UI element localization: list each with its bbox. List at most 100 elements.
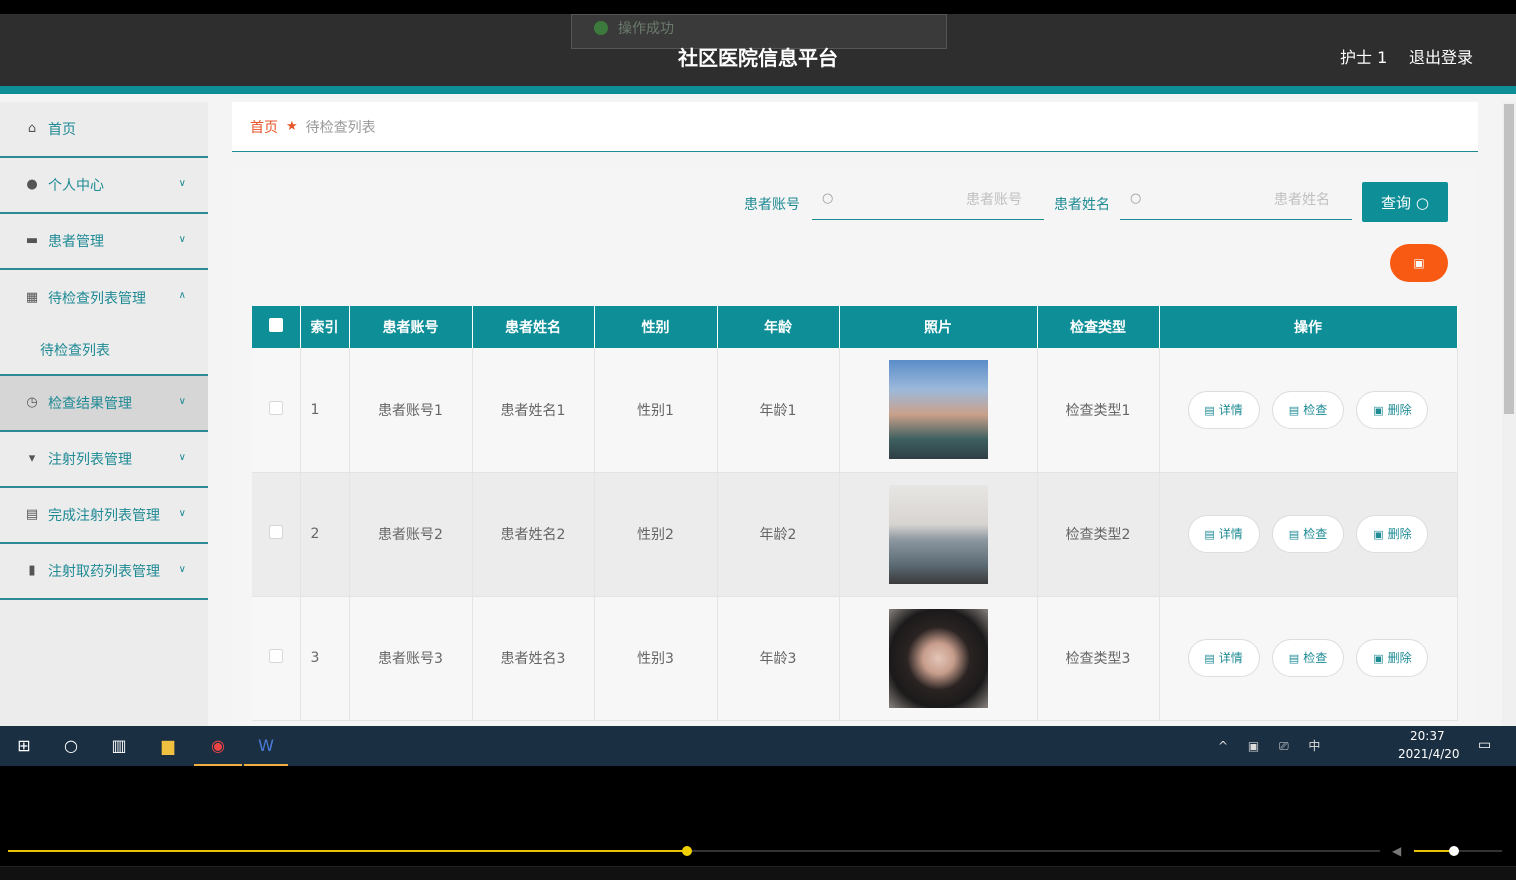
document-icon: ▤ (1204, 652, 1215, 665)
document-icon: ▤ (1288, 403, 1300, 417)
task-view-icon[interactable]: ▥ (106, 726, 132, 766)
breadcrumb-current: 待检查列表 (305, 119, 376, 136)
column-header: 年龄 (717, 306, 840, 348)
chevron-down-icon: ∨ (178, 234, 186, 245)
trash-icon: ▣ (1373, 652, 1384, 665)
account-input[interactable] (844, 188, 1022, 212)
sidebar-item-injections[interactable]: ▾ 注射列表管理 ∨ (0, 432, 208, 488)
query-label: 查询 (1381, 193, 1412, 212)
windows-taskbar: ⊞ ○ ▥ ▆ ◉ W ^ ▣ ⎚ 中 20:37 2021/4/20 ▭ (0, 726, 1516, 766)
logout-link[interactable]: 退出登录 (1409, 44, 1473, 68)
age-cell: 年龄3 (717, 596, 840, 721)
chevron-down-icon: ∨ (178, 452, 186, 463)
actions-cell: ▤ 详情 ▤ 检查 ▣ 删除 (1159, 596, 1458, 721)
sidebar-item-home[interactable]: ⌂ 首页 (0, 102, 208, 158)
word-icon[interactable]: W (244, 726, 288, 766)
notification-icon[interactable]: ▭ (1478, 737, 1491, 753)
sidebar-item-completed-injections[interactable]: ▤ 完成注射列表管理 ∨ (0, 488, 208, 544)
delete-button[interactable]: ▣ 删除 (1356, 390, 1429, 429)
seek-progress (8, 850, 688, 852)
actions-cell: ▤ 详情 ▤ 检查 ▣ 删除 (1159, 348, 1458, 473)
sidebar-item-medication[interactable]: ▮ 注射取药列表管理 ∨ (0, 544, 208, 600)
sidebar-item-check-results[interactable]: ◷ 检查结果管理 ∨ (0, 376, 208, 432)
name-input[interactable] (1152, 188, 1330, 212)
chrome-icon[interactable]: ◉ (194, 726, 242, 766)
system-tray[interactable]: ^ ▣ ⎚ 中 (1218, 737, 1328, 754)
age-cell: 年龄1 (717, 348, 840, 473)
document-icon: ▤ (1204, 403, 1215, 417)
row-checkbox[interactable] (268, 525, 283, 539)
volume-level (1414, 850, 1454, 852)
user-name: 护士 1 (1340, 48, 1388, 67)
name-label: 患者姓名 (1054, 197, 1110, 213)
select-all-checkbox[interactable] (268, 318, 283, 332)
name-search: ○ (1120, 180, 1352, 220)
table-header-row: 索引 患者账号 患者姓名 性别 年龄 照片 检查类型 操作 (252, 306, 1458, 348)
document-icon: ▤ (1288, 528, 1300, 541)
detail-button[interactable]: ▤ 详情 (1187, 390, 1260, 429)
detail-button[interactable]: ▤ 详情 (1187, 639, 1260, 677)
batch-delete-button[interactable]: ▣ (1390, 244, 1448, 282)
page-title: 社区医院信息平台 (678, 46, 838, 70)
detail-label: 详情 (1218, 527, 1243, 541)
seek-bar[interactable] (8, 846, 1380, 856)
scrollbar-thumb[interactable] (1504, 104, 1514, 414)
select-all-cell[interactable] (252, 306, 301, 348)
trash-icon: ▣ (1373, 528, 1384, 541)
table-row: 2 患者账号2 患者姓名2 性别2 年龄2 检查类型2 ▤ 详情 ▤ 检查 ▣ 删除 (252, 472, 1458, 597)
column-header: 操作 (1159, 306, 1458, 348)
sidebar-item-pending-check[interactable]: ▦ 待检查列表管理 ∧ (0, 270, 208, 326)
main-content: 首页 ★ 待检查列表 患者账号 ○ 患者姓名 ○ 查询 ○ ▣ (232, 102, 1478, 726)
delete-button[interactable]: ▣ 删除 (1356, 515, 1429, 553)
type-cell: 检查类型3 (1037, 596, 1160, 721)
volume-slider[interactable] (1414, 846, 1502, 856)
name-cell: 患者姓名1 (472, 348, 595, 473)
volume-handle[interactable] (1448, 846, 1459, 856)
seek-handle[interactable] (682, 846, 693, 856)
row-select-cell (252, 472, 301, 597)
row-checkbox[interactable] (268, 649, 283, 663)
delete-label: 删除 (1387, 402, 1412, 417)
sidebar-item-label: 首页 (48, 122, 76, 138)
detail-button[interactable]: ▤ 详情 (1187, 515, 1260, 553)
trash-icon: ▣ (1413, 256, 1425, 270)
check-label: 检查 (1303, 402, 1328, 417)
file-explorer-icon[interactable]: ▆ (150, 726, 186, 766)
check-button[interactable]: ▤ 检查 (1272, 390, 1344, 429)
list-panel: 患者账号 ○ 患者姓名 ○ 查询 ○ ▣ 索引 (232, 162, 1478, 726)
sidebar-item-patients[interactable]: ▬ 患者管理 ∨ (0, 214, 208, 270)
chevron-down-icon: ∨ (178, 508, 186, 519)
clipboard-icon: ▤ (25, 507, 39, 522)
delete-button[interactable]: ▣ 删除 (1356, 639, 1429, 677)
chevron-down-icon: ∨ (178, 178, 186, 189)
account-cell: 患者账号2 (349, 472, 473, 597)
search-icon[interactable]: ○ (58, 726, 84, 766)
check-button[interactable]: ▤ 检查 (1272, 639, 1344, 677)
sidebar-item-profile[interactable]: ● 个人中心 ∨ (0, 158, 208, 214)
row-checkbox[interactable] (268, 400, 283, 415)
account-label: 患者账号 (744, 197, 800, 213)
page-scrollbar[interactable] (1502, 102, 1516, 726)
sidebar: ⌂ 首页 ● 个人中心 ∨ ▬ 患者管理 ∨ ▦ 待检查列表管理 ∧ 待检查列表… (0, 102, 208, 726)
sidebar-item-label: 完成注射列表管理 (48, 508, 160, 524)
search-icon: ○ (1130, 191, 1142, 206)
account-cell: 患者账号3 (349, 596, 473, 721)
sidebar-item-label: 待检查列表管理 (48, 291, 146, 307)
volume-icon[interactable]: ◀ (1392, 844, 1401, 858)
pin-icon: ▾ (28, 451, 36, 466)
windows-start-icon[interactable]: ⊞ (10, 726, 38, 766)
account-cell: 患者账号1 (349, 348, 473, 473)
index-cell: 3 (300, 596, 350, 721)
check-button[interactable]: ▤ 检查 (1272, 515, 1344, 553)
top-bar: 操作成功 社区医院信息平台 护士 1 退出登录 (0, 14, 1516, 94)
search-icon: ○ (1415, 193, 1429, 212)
query-button[interactable]: 查询 ○ (1362, 182, 1448, 222)
browser-screen: 操作成功 社区医院信息平台 护士 1 退出登录 ⌂ 首页 ● 个人中心 ∨ ▬ … (0, 14, 1516, 726)
age-cell: 年龄2 (717, 472, 840, 597)
sidebar-item-label: 注射取药列表管理 (48, 564, 160, 580)
grid-icon: ▦ (25, 290, 39, 305)
sidebar-item-label: 注射列表管理 (48, 452, 132, 468)
breadcrumb-home[interactable]: 首页 (250, 117, 278, 137)
clock-date: 2021/4/20 (1398, 747, 1460, 761)
sidebar-subitem-pending-list[interactable]: 待检查列表 (0, 326, 208, 376)
